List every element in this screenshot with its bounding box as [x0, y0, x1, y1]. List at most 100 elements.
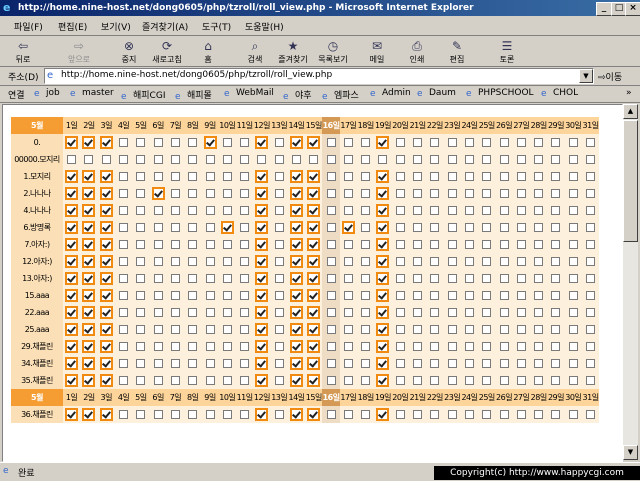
- attendance-checkbox[interactable]: [534, 376, 544, 385]
- attendance-checkbox[interactable]: [447, 308, 457, 317]
- attendance-checkbox-checked[interactable]: [255, 289, 269, 302]
- attendance-checkbox[interactable]: [413, 138, 423, 147]
- attendance-checkbox[interactable]: [136, 172, 146, 181]
- attendance-checkbox[interactable]: [430, 257, 440, 266]
- attendance-checkbox[interactable]: [136, 325, 146, 334]
- attendance-checkbox[interactable]: [240, 342, 250, 351]
- attendance-checkbox[interactable]: [361, 376, 371, 385]
- attendance-checkbox[interactable]: [361, 325, 371, 334]
- attendance-checkbox[interactable]: [568, 206, 578, 215]
- attendance-checkbox-checked[interactable]: [307, 221, 321, 234]
- attendance-checkbox[interactable]: [413, 342, 423, 351]
- links-overflow-chevron-icon[interactable]: »: [626, 88, 632, 98]
- mail-button[interactable]: ✉ 메일: [358, 38, 396, 66]
- attendance-checkbox[interactable]: [551, 325, 561, 334]
- attendance-checkbox[interactable]: [309, 155, 319, 164]
- attendance-checkbox[interactable]: [153, 376, 163, 385]
- attendance-checkbox[interactable]: [240, 291, 250, 300]
- attendance-checkbox[interactable]: [274, 291, 284, 300]
- attendance-checkbox[interactable]: [326, 359, 336, 368]
- attendance-checkbox[interactable]: [568, 342, 578, 351]
- attendance-checkbox[interactable]: [326, 206, 336, 215]
- attendance-checkbox[interactable]: [568, 359, 578, 368]
- attendance-checkbox[interactable]: [119, 325, 129, 334]
- attendance-checkbox-checked[interactable]: [203, 136, 217, 149]
- attendance-checkbox-checked[interactable]: [307, 136, 321, 149]
- attendance-checkbox[interactable]: [119, 172, 129, 181]
- attendance-checkbox-checked[interactable]: [255, 187, 269, 200]
- attendance-checkbox[interactable]: [413, 240, 423, 249]
- attendance-checkbox[interactable]: [551, 410, 561, 419]
- address-input[interactable]: e http://home.nine-host.net/dong0605/php…: [44, 68, 594, 84]
- attendance-checkbox[interactable]: [464, 138, 474, 147]
- attendance-checkbox[interactable]: [119, 189, 129, 198]
- attendance-checkbox[interactable]: [534, 257, 544, 266]
- attendance-checkbox[interactable]: [240, 257, 250, 266]
- attendance-checkbox[interactable]: [119, 308, 129, 317]
- attendance-checkbox[interactable]: [447, 359, 457, 368]
- home-button[interactable]: ⌂ 홈: [189, 38, 227, 66]
- attendance-checkbox-checked[interactable]: [99, 289, 113, 302]
- attendance-checkbox[interactable]: [274, 342, 284, 351]
- attendance-checkbox-checked[interactable]: [99, 357, 113, 370]
- attendance-checkbox[interactable]: [464, 308, 474, 317]
- attendance-checkbox[interactable]: [274, 223, 284, 232]
- attendance-checkbox[interactable]: [447, 291, 457, 300]
- attendance-checkbox[interactable]: [222, 206, 232, 215]
- attendance-checkbox[interactable]: [188, 240, 198, 249]
- attendance-checkbox[interactable]: [119, 138, 129, 147]
- attendance-checkbox[interactable]: [222, 376, 232, 385]
- attendance-checkbox[interactable]: [343, 206, 353, 215]
- attendance-checkbox-checked[interactable]: [82, 323, 96, 336]
- attendance-checkbox[interactable]: [395, 342, 405, 351]
- attendance-checkbox[interactable]: [395, 257, 405, 266]
- attendance-checkbox[interactable]: [464, 359, 474, 368]
- attendance-checkbox[interactable]: [482, 410, 492, 419]
- attendance-checkbox-checked[interactable]: [82, 408, 96, 421]
- attendance-checkbox-checked[interactable]: [290, 170, 303, 183]
- attendance-checkbox[interactable]: [222, 359, 232, 368]
- attendance-checkbox[interactable]: [534, 325, 544, 334]
- attendance-checkbox-checked[interactable]: [99, 204, 113, 217]
- attendance-checkbox[interactable]: [482, 342, 492, 351]
- attendance-checkbox-checked[interactable]: [99, 408, 113, 421]
- attendance-checkbox-checked[interactable]: [255, 136, 269, 149]
- attendance-checkbox[interactable]: [361, 223, 371, 232]
- attendance-checkbox-checked[interactable]: [376, 136, 390, 149]
- attendance-checkbox[interactable]: [516, 308, 526, 317]
- edit-button[interactable]: ✎ 편집: [438, 38, 476, 66]
- attendance-checkbox[interactable]: [222, 325, 232, 334]
- attendance-checkbox[interactable]: [464, 291, 474, 300]
- print-button[interactable]: ⎙ 인쇄: [398, 38, 436, 66]
- attendance-checkbox[interactable]: [343, 325, 353, 334]
- attendance-checkbox[interactable]: [447, 223, 457, 232]
- attendance-checkbox[interactable]: [292, 155, 301, 164]
- attendance-checkbox[interactable]: [240, 410, 250, 419]
- attendance-checkbox[interactable]: [153, 342, 163, 351]
- attendance-checkbox[interactable]: [395, 308, 405, 317]
- attendance-checkbox[interactable]: [413, 274, 423, 283]
- scroll-down-button[interactable]: ▼: [623, 445, 638, 460]
- attendance-checkbox[interactable]: [188, 223, 198, 232]
- attendance-checkbox[interactable]: [153, 206, 163, 215]
- attendance-checkbox[interactable]: [361, 257, 371, 266]
- attendance-checkbox-checked[interactable]: [65, 357, 79, 370]
- attendance-checkbox-checked[interactable]: [82, 255, 96, 268]
- attendance-checkbox[interactable]: [551, 359, 561, 368]
- attendance-checkbox[interactable]: [586, 206, 596, 215]
- attendance-checkbox[interactable]: [188, 274, 198, 283]
- attendance-checkbox-checked[interactable]: [65, 289, 79, 302]
- attendance-checkbox[interactable]: [326, 240, 336, 249]
- attendance-checkbox-checked[interactable]: [65, 221, 79, 234]
- attendance-checkbox[interactable]: [534, 410, 544, 419]
- attendance-checkbox[interactable]: [447, 172, 457, 181]
- link-chol[interactable]: e CHOL: [541, 88, 578, 99]
- attendance-checkbox[interactable]: [464, 189, 474, 198]
- attendance-checkbox[interactable]: [343, 172, 353, 181]
- attendance-checkbox[interactable]: [170, 138, 180, 147]
- attendance-checkbox-checked[interactable]: [290, 357, 303, 370]
- attendance-checkbox[interactable]: [326, 257, 336, 266]
- attendance-checkbox[interactable]: [464, 257, 474, 266]
- attendance-checkbox[interactable]: [205, 359, 215, 368]
- attendance-checkbox[interactable]: [205, 240, 215, 249]
